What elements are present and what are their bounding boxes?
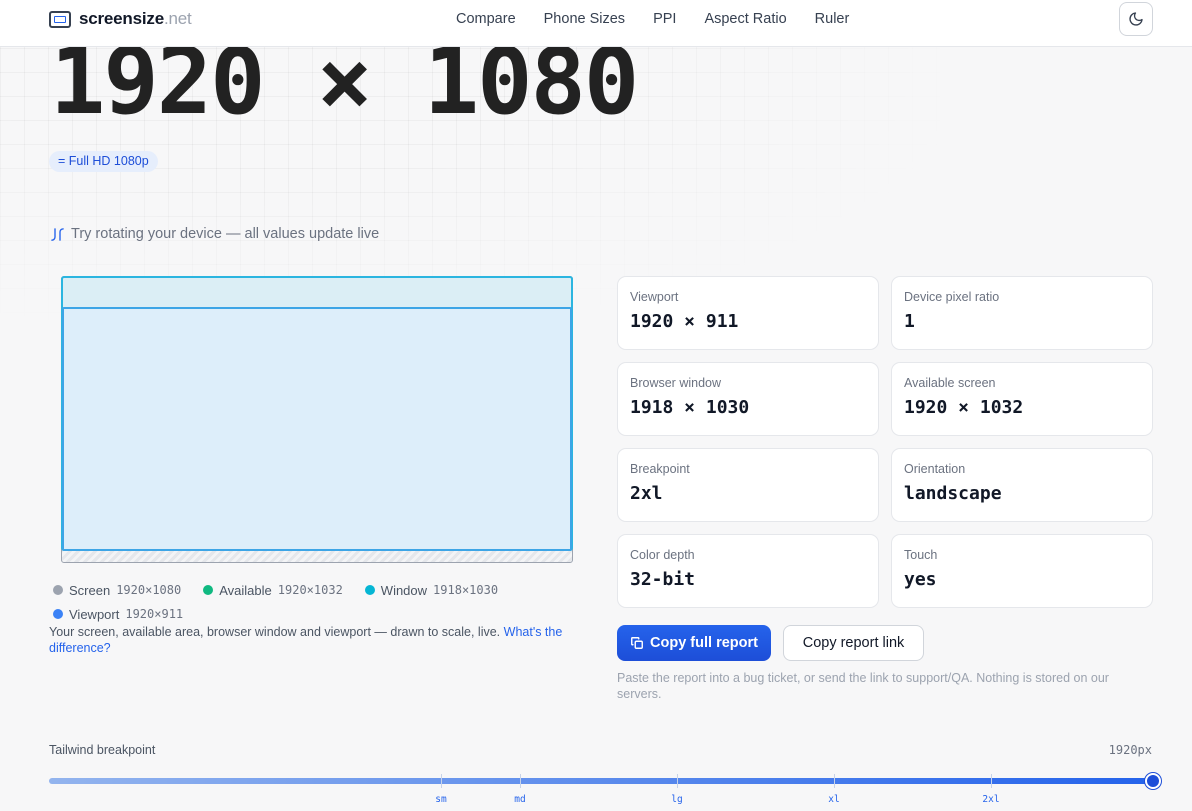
- screen-resolution: 1920 × 1080: [50, 28, 639, 135]
- screen-diagram: [61, 276, 573, 563]
- logo-name: screensize: [79, 9, 164, 28]
- stat-value: 32-bit: [630, 569, 696, 590]
- stat-card-device-pixel-ratio: Device pixel ratio 1: [891, 276, 1153, 350]
- breakpoint-tick-md: [520, 774, 521, 788]
- breakpoint-tick-lg: [677, 774, 678, 788]
- nav-compare[interactable]: Compare: [456, 11, 516, 27]
- stat-label: Viewport: [630, 290, 679, 304]
- diagram-legend: Screen 1920×1080 Available 1920×1032 Win…: [53, 578, 593, 626]
- site-logo[interactable]: screensize.net: [49, 9, 192, 29]
- stat-card-touch: Touch yes: [891, 534, 1153, 608]
- moon-icon: [1129, 12, 1143, 26]
- legend-item-available: Available 1920×1032: [203, 583, 343, 598]
- diagram-caption-text: Your screen, available area, browser win…: [49, 625, 501, 639]
- rotate-icon: [51, 227, 64, 241]
- available-dot-icon: [203, 585, 214, 595]
- stat-card-viewport: Viewport 1920 × 911: [617, 276, 879, 350]
- breakpoint-tick-xl: [834, 774, 835, 788]
- breakpoint-tick-label: 2xl: [982, 794, 1000, 805]
- breakpoint-tick-2xl: [991, 774, 992, 788]
- stat-value: 1918 × 1030: [630, 397, 750, 418]
- stat-card-browser-window: Browser window 1918 × 1030: [617, 362, 879, 436]
- nav-aspect-ratio[interactable]: Aspect Ratio: [704, 11, 786, 27]
- breakpoint-label: Tailwind breakpoint: [49, 743, 156, 757]
- stat-value: 1: [904, 311, 915, 332]
- stat-label: Device pixel ratio: [904, 290, 1000, 304]
- breakpoint-tick-label: xl: [828, 794, 840, 805]
- stat-card-color-depth: Color depth 32-bit: [617, 534, 879, 608]
- nav-ppi[interactable]: PPI: [653, 11, 676, 27]
- breakpoint-tick-label: sm: [435, 794, 447, 805]
- logo-tld: .net: [163, 9, 192, 28]
- copy-full-report-button[interactable]: Copy full report: [617, 625, 771, 661]
- stat-value: 2xl: [630, 483, 663, 504]
- legend-value: 1920×1032: [277, 583, 343, 597]
- stat-label: Browser window: [630, 376, 722, 390]
- legend-value: 1918×1030: [433, 583, 499, 597]
- rotate-hint-text: Try rotating your device — all values up…: [71, 226, 380, 242]
- main-nav: Compare Phone Sizes PPI Aspect Ratio Rul…: [456, 11, 849, 27]
- legend-item-screen: Screen 1920×1080: [53, 583, 181, 598]
- logo-text: screensize.net: [79, 9, 192, 29]
- resolution-badge: = Full HD 1080p: [49, 151, 158, 172]
- copy-icon: [631, 637, 643, 649]
- window-dot-icon: [364, 585, 375, 595]
- breakpoint-tick-label: lg: [671, 794, 683, 805]
- legend-label: Viewport: [69, 606, 120, 622]
- breakpoint-slider-thumb[interactable]: [1145, 773, 1161, 789]
- stat-value: yes: [904, 569, 937, 590]
- legend-item-viewport: Viewport 1920×911: [53, 607, 183, 622]
- report-note: Paste the report into a bug ticket, or s…: [617, 671, 1109, 701]
- viewport-dot-icon: [53, 609, 63, 619]
- stat-label: Breakpoint: [630, 462, 690, 476]
- stat-label: Color depth: [630, 548, 695, 562]
- legend-label: Window: [380, 582, 428, 598]
- monitor-icon: [49, 10, 71, 28]
- stat-label: Available screen: [904, 376, 996, 390]
- top-header: screensize.net Compare Phone Sizes PPI A…: [0, 0, 1192, 47]
- nav-ruler[interactable]: Ruler: [815, 11, 850, 27]
- breakpoint-value: 1920px: [1108, 743, 1152, 757]
- stat-label: Orientation: [904, 462, 966, 476]
- legend-value: 1920×1080: [116, 583, 182, 597]
- diagram-window-area: [62, 307, 572, 551]
- stat-value: landscape: [904, 483, 1002, 504]
- legend-label: Screen: [69, 582, 111, 598]
- stat-value: 1920 × 911: [630, 311, 739, 332]
- rotate-hint: Try rotating your device — all values up…: [50, 226, 379, 242]
- stat-card-breakpoint: Breakpoint 2xl: [617, 448, 879, 522]
- legend-item-window: Window 1918×1030: [364, 582, 499, 598]
- copy-report-link-button[interactable]: Copy report link: [783, 625, 924, 661]
- legend-label: Available: [219, 582, 272, 598]
- screen-dot-icon: [53, 585, 63, 595]
- copy-report-link-label: Copy report link: [802, 635, 905, 651]
- theme-toggle-button[interactable]: [1119, 2, 1153, 36]
- stat-card-orientation: Orientation landscape: [891, 448, 1153, 522]
- diagram-caption: Your screen, available area, browser win…: [49, 624, 594, 656]
- copy-full-report-label: Copy full report: [650, 635, 758, 651]
- stat-label: Touch: [904, 548, 938, 562]
- stat-value: 1920 × 1032: [904, 397, 1024, 418]
- breakpoint-tick-sm: [441, 774, 442, 788]
- legend-value: 1920×911: [125, 607, 184, 621]
- breakpoint-tick-label: md: [514, 794, 526, 805]
- breakpoint-track: [49, 778, 1153, 784]
- nav-phone-sizes[interactable]: Phone Sizes: [544, 11, 625, 27]
- stat-card-available-screen: Available screen 1920 × 1032: [891, 362, 1153, 436]
